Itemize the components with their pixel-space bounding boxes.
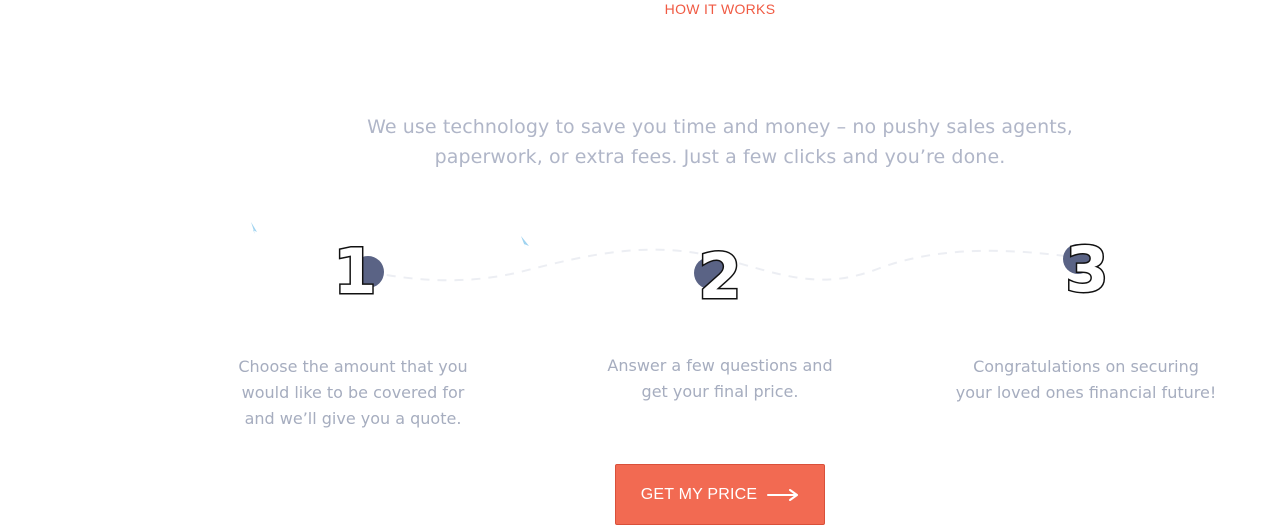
step-3-desc-line: your loved ones financial future! [955,383,1217,402]
step-1-desc-line: Choose the amount that you [238,357,468,376]
step-1-description: Choose the amount that you would like to… [225,354,481,432]
steps-illustration: 1 2 3 [251,222,1110,315]
sparkle-icon [251,222,257,234]
get-my-price-label: GET MY PRICE [640,485,758,503]
step-2-desc-line: get your final price. [641,382,799,401]
step-2-description: Answer a few questions and get your fina… [595,353,845,405]
step-3-number: 3 [1065,233,1108,306]
step-1-number: 1 [333,235,376,308]
step-3-desc-line: Congratulations on securing [973,357,1199,376]
arrow-right-icon [767,488,799,501]
step-2-number: 2 [698,240,741,313]
step-1-desc-line: and we’ll give you a quote. [244,409,462,428]
step-1-desc-line: would like to be covered for [241,383,465,402]
step-3-description: Congratulations on securing your loved o… [946,354,1226,406]
sparkle-icon [521,236,529,249]
get-my-price-button[interactable]: GET MY PRICE [615,464,825,525]
step-2-desc-line: Answer a few questions and [607,356,833,375]
